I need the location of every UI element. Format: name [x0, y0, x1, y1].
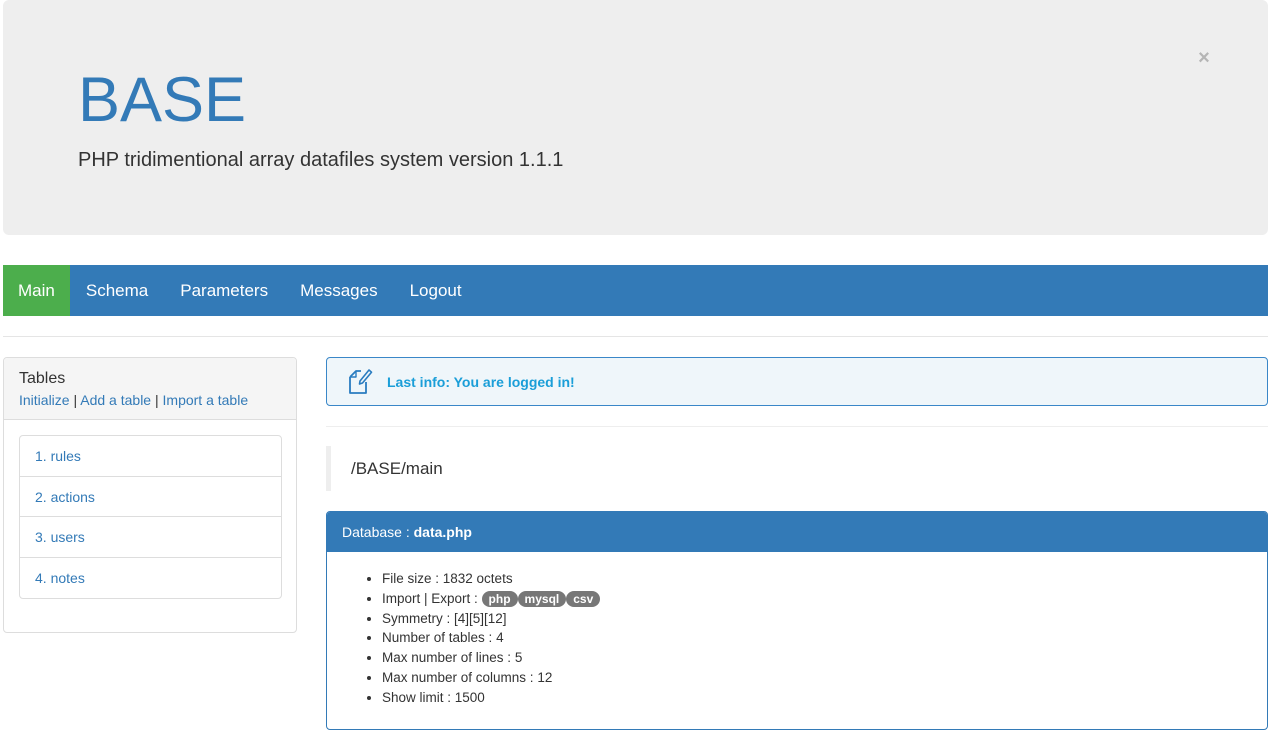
- database-info-list: File size : 1832 octets Import | Export …: [382, 569, 601, 708]
- tables-list: 1. rules 2. actions 3. users 4. notes: [19, 435, 282, 599]
- breadcrumb-path: /BASE/main: [351, 459, 443, 478]
- main-navbar: Main Schema Parameters Messages Logout: [3, 265, 1268, 316]
- tables-count-label: Number of tables :: [382, 630, 497, 646]
- info-alert: Last info: You are logged in!: [326, 357, 1268, 406]
- table-link[interactable]: 1. rules: [35, 448, 81, 464]
- link-separator: |: [151, 392, 163, 408]
- app-subtitle: PHP tridimentional array datafiles syste…: [78, 149, 564, 171]
- symmetry-value: [4][5][12]: [454, 610, 507, 626]
- nav-logout[interactable]: Logout: [394, 265, 478, 316]
- max-lines-value: 5: [514, 650, 523, 666]
- tables-count-value: 4: [496, 630, 504, 646]
- show-limit-value: 1500: [454, 689, 485, 705]
- list-item: File size : 1832 octets: [382, 569, 600, 589]
- import-table-link[interactable]: Import a table: [163, 392, 249, 408]
- breadcrumb: /BASE/main: [326, 446, 1268, 491]
- table-item-actions[interactable]: 2. actions: [20, 477, 281, 517]
- divider: [3, 336, 1268, 337]
- list-item: Import | Export : phpmysqlcsv: [382, 589, 601, 609]
- alert-message: Last info: You are logged in!: [387, 374, 575, 390]
- show-limit-label: Show limit :: [382, 689, 455, 705]
- nav-main[interactable]: Main: [3, 265, 70, 316]
- list-item: Show limit : 1500: [382, 688, 600, 708]
- close-icon[interactable]: ×: [1194, 46, 1214, 70]
- symmetry-label: Symmetry :: [382, 610, 455, 626]
- list-item: Symmetry : [4][5][12]: [382, 609, 600, 629]
- edit-document-icon: [349, 369, 373, 394]
- max-lines-label: Max number of lines :: [382, 650, 515, 666]
- table-link[interactable]: 4. notes: [35, 570, 85, 586]
- tables-actions: Initialize | Add a table | Import a tabl…: [19, 390, 281, 410]
- export-mysql-badge[interactable]: mysql: [517, 590, 567, 607]
- header-jumbotron: BASE PHP tridimentional array datafiles …: [3, 0, 1268, 235]
- max-columns-value: 12: [537, 669, 553, 685]
- file-size-label: File size :: [382, 571, 443, 586]
- file-size-value: 1832 octets: [442, 571, 513, 586]
- table-link[interactable]: 3. users: [35, 529, 85, 545]
- database-panel: Database : data.php File size : 1832 oct…: [326, 511, 1268, 730]
- list-item: Number of tables : 4: [382, 628, 600, 648]
- link-separator: |: [69, 392, 81, 408]
- add-table-link[interactable]: Add a table: [80, 392, 151, 408]
- tables-panel: Tables Initialize | Add a table | Import…: [3, 357, 297, 633]
- max-columns-label: Max number of columns :: [382, 669, 538, 685]
- database-label: Database :: [342, 524, 414, 540]
- initialize-link[interactable]: Initialize: [19, 392, 70, 408]
- nav-parameters[interactable]: Parameters: [164, 265, 284, 316]
- divider: [326, 426, 1268, 427]
- list-item: Max number of columns : 12: [382, 668, 600, 688]
- tables-panel-header: Tables Initialize | Add a table | Import…: [4, 358, 296, 420]
- export-php-badge[interactable]: php: [481, 590, 518, 607]
- list-item: Max number of lines : 5: [382, 648, 600, 668]
- nav-schema[interactable]: Schema: [70, 265, 164, 316]
- database-panel-header: Database : data.php: [327, 512, 1267, 552]
- database-file: data.php: [413, 524, 472, 540]
- nav-messages[interactable]: Messages: [284, 265, 393, 316]
- tables-panel-title: Tables: [19, 370, 66, 387]
- export-csv-badge[interactable]: csv: [566, 590, 601, 607]
- app-title: BASE: [78, 65, 247, 135]
- table-item-rules[interactable]: 1. rules: [20, 436, 281, 477]
- table-item-notes[interactable]: 4. notes: [20, 558, 281, 599]
- table-item-users[interactable]: 3. users: [20, 517, 281, 558]
- import-export-label: Import | Export :: [382, 590, 482, 606]
- table-link[interactable]: 2. actions: [35, 489, 95, 505]
